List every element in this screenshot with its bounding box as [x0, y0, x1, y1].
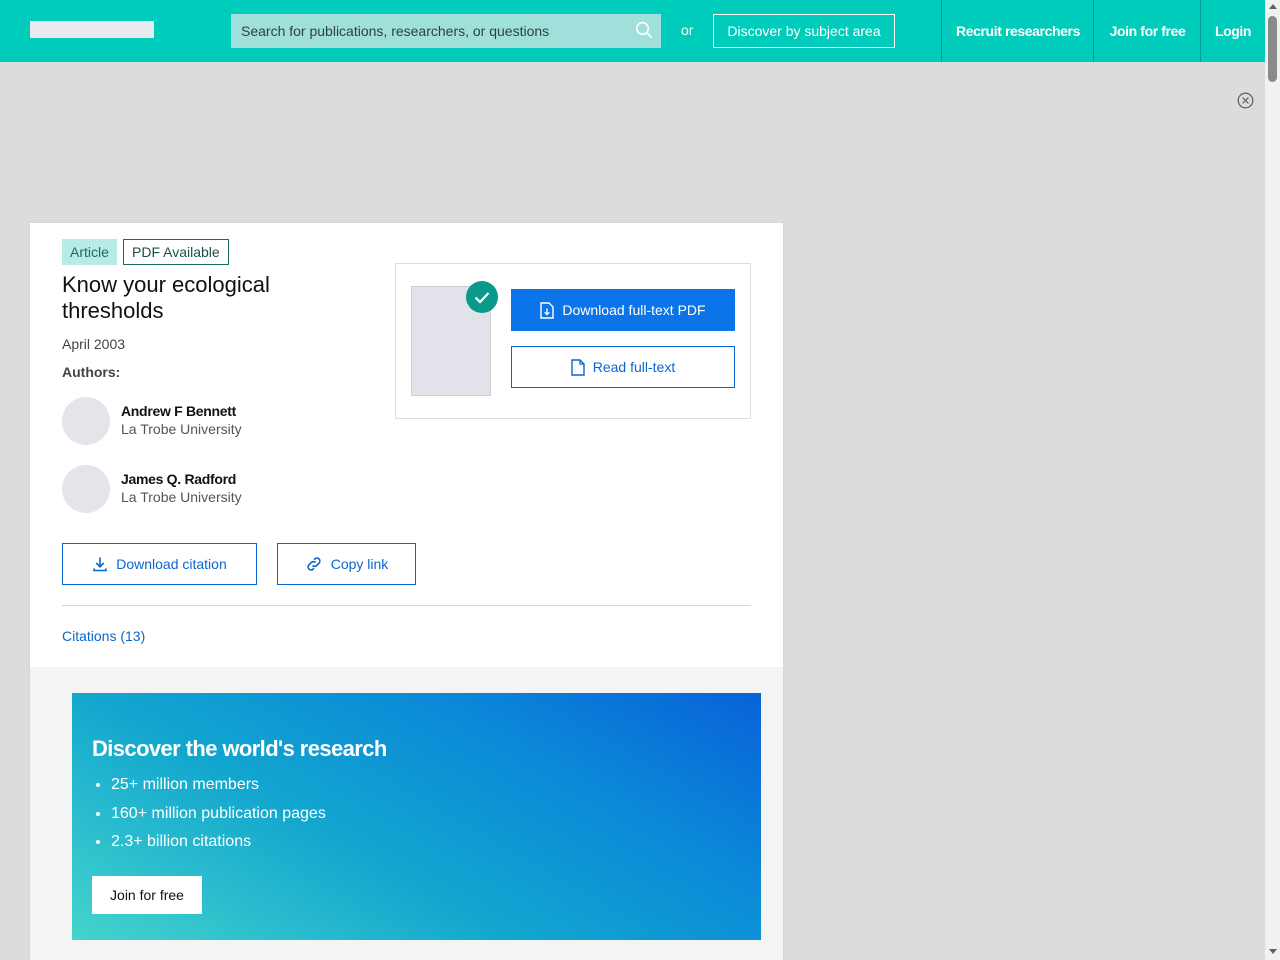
scroll-up-arrow-icon[interactable]: [1268, 4, 1277, 9]
article-title: Know your ecological thresholds: [62, 272, 270, 323]
pdf-file-icon: [540, 301, 555, 319]
pdf-available-badge: PDF Available: [123, 239, 229, 265]
article-type-badge: Article: [62, 239, 117, 265]
section-divider: [62, 605, 751, 606]
search-box: [231, 14, 661, 48]
close-circle-icon[interactable]: [1237, 92, 1254, 109]
nav-login[interactable]: Login: [1200, 0, 1265, 62]
publication-date: April 2003: [62, 336, 126, 352]
promo-list: 25+ million members 160+ million publica…: [92, 775, 326, 861]
top-bar: or Discover by subject area Recruit rese…: [0, 0, 1265, 62]
download-pdf-label: Download full-text PDF: [562, 302, 706, 318]
document-icon: [571, 358, 585, 376]
download-citation-label: Download citation: [116, 556, 227, 572]
list-item: 160+ million publication pages: [111, 804, 326, 833]
author-name[interactable]: Andrew F Bennett: [121, 403, 236, 419]
read-full-text-label: Read full-text: [592, 359, 676, 375]
scrollbar-thumb[interactable]: [1268, 16, 1277, 82]
avatar[interactable]: [62, 397, 110, 445]
or-separator: or: [681, 22, 694, 38]
site-logo[interactable]: [30, 21, 154, 38]
promo-title: Discover the world's research: [92, 736, 387, 761]
download-full-text-pdf-button[interactable]: Download full-text PDF: [511, 289, 735, 331]
search-icon[interactable]: [635, 21, 653, 39]
nav-recruit-researchers[interactable]: Recruit researchers: [941, 0, 1094, 62]
nav-join-for-free[interactable]: Join for free: [1093, 0, 1201, 62]
copy-link-label: Copy link: [330, 556, 389, 572]
scrollbar-track[interactable]: [1265, 0, 1280, 960]
author-institution: La Trobe University: [121, 489, 242, 505]
author-name[interactable]: James Q. Radford: [121, 471, 236, 487]
list-item: 25+ million members: [111, 775, 326, 804]
avatar[interactable]: [62, 465, 110, 513]
list-item: 2.3+ billion citations: [111, 832, 326, 861]
scroll-down-arrow-icon[interactable]: [1268, 949, 1277, 954]
copy-link-button[interactable]: Copy link: [277, 543, 416, 585]
link-icon: [305, 556, 323, 572]
discover-subject-button[interactable]: Discover by subject area: [713, 14, 895, 48]
download-citation-button[interactable]: Download citation: [62, 543, 257, 585]
author-institution: La Trobe University: [121, 421, 242, 437]
promo-banner: Discover the world's research 25+ millio…: [72, 693, 761, 940]
authors-label: Authors:: [62, 364, 121, 380]
read-full-text-button[interactable]: Read full-text: [511, 346, 735, 388]
download-icon: [92, 556, 108, 572]
promo-join-button[interactable]: Join for free: [92, 876, 202, 914]
check-icon: [466, 281, 498, 313]
search-input[interactable]: [231, 14, 621, 48]
citations-tab[interactable]: Citations (13): [62, 628, 145, 644]
